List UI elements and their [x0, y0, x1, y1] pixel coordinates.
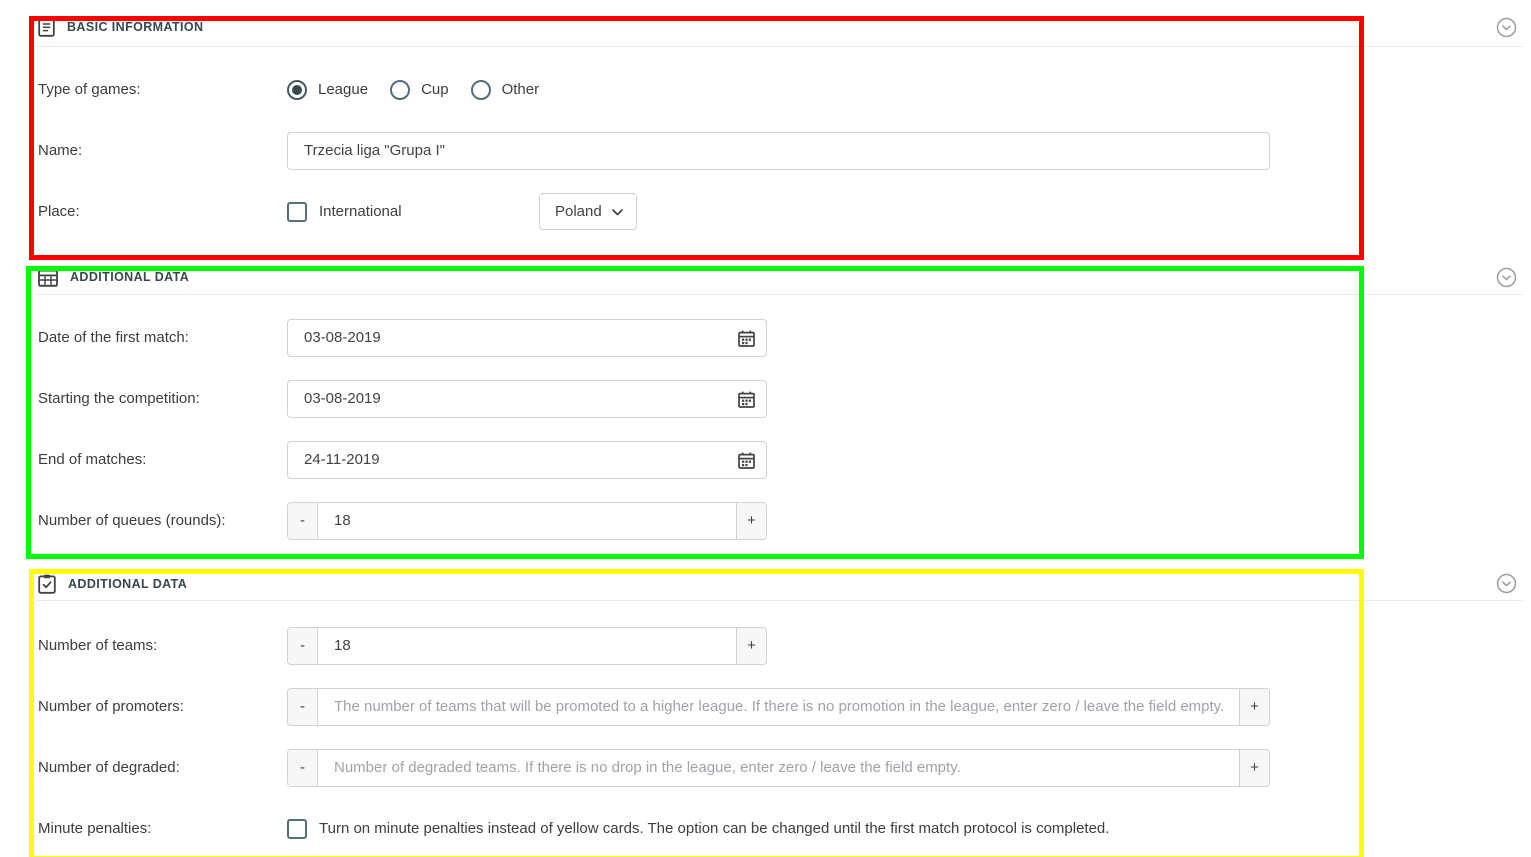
field-label: Starting the competition:: [38, 390, 287, 407]
section-header-additional-data-dates: ADDITIONAL DATA: [0, 260, 1523, 294]
minute-penalties-checkbox[interactable]: [287, 819, 307, 839]
decrement-button[interactable]: -: [288, 503, 318, 539]
clipboard-check-icon: [38, 574, 56, 594]
checkbox-label: Turn on minute penalties instead of yell…: [319, 820, 1109, 837]
section-basic-information: BASIC INFORMATION Type of games: League …: [0, 8, 1523, 242]
field-label: Minute penalties:: [38, 820, 287, 837]
checkbox-label: International: [319, 203, 402, 220]
field-label: Number of teams:: [38, 637, 287, 654]
chevron-down-circle-icon[interactable]: [1496, 267, 1517, 288]
chevron-down-icon: [612, 203, 623, 221]
row-place: Place: International Poland: [0, 181, 1523, 242]
queues-input[interactable]: [318, 503, 736, 539]
queues-stepper: - +: [287, 502, 767, 540]
field-label: Number of promoters:: [38, 698, 287, 715]
increment-button[interactable]: +: [736, 628, 766, 664]
row-number-of-promoters: Number of promoters: - +: [0, 676, 1523, 737]
row-type-of-games: Type of games: League Cup Other: [0, 59, 1523, 120]
date-value: 24-11-2019: [304, 451, 380, 468]
row-date-first-match: Date of the first match: 03-08-2019: [0, 307, 1523, 368]
row-name: Name:: [0, 120, 1523, 181]
teams-stepper: - +: [287, 627, 767, 665]
calendar-icon[interactable]: [738, 330, 755, 352]
section-header-additional-data-teams: ADDITIONAL DATA: [0, 567, 1523, 600]
date-value: 03-08-2019: [304, 390, 381, 407]
degraded-input[interactable]: [318, 750, 1239, 786]
increment-button[interactable]: +: [736, 503, 766, 539]
section-title: ADDITIONAL DATA: [68, 577, 187, 591]
date-value: 03-08-2019: [304, 329, 381, 346]
field-label: Type of games:: [38, 81, 287, 98]
radio-option-league[interactable]: League: [287, 80, 368, 100]
increment-button[interactable]: +: [1239, 750, 1269, 786]
country-select[interactable]: Poland: [539, 193, 637, 230]
field-label: Place:: [38, 203, 287, 220]
section-additional-data-dates: ADDITIONAL DATA Date of the first match:…: [0, 260, 1523, 551]
chevron-down-circle-icon[interactable]: [1496, 17, 1517, 38]
international-checkbox[interactable]: [287, 202, 307, 222]
calendar-grid-icon: [38, 268, 58, 287]
decrement-button[interactable]: -: [288, 750, 318, 786]
field-label: End of matches:: [38, 451, 287, 468]
section-title: ADDITIONAL DATA: [70, 270, 189, 284]
radio-label: Cup: [421, 81, 449, 98]
calendar-icon[interactable]: [738, 452, 755, 474]
field-label: Name:: [38, 142, 287, 159]
section-additional-data-teams: ADDITIONAL DATA Number of teams: - + Num…: [0, 567, 1523, 857]
section-header-basic-information: BASIC INFORMATION: [0, 8, 1523, 46]
field-label: Number of queues (rounds):: [38, 512, 287, 529]
minute-penalties-checkbox-wrap: Turn on minute penalties instead of yell…: [287, 819, 1109, 839]
league-settings-form: BASIC INFORMATION Type of games: League …: [0, 8, 1523, 857]
type-of-games-radio-group: League Cup Other: [287, 80, 539, 100]
radio-icon: [287, 80, 307, 100]
international-checkbox-wrap: International: [287, 202, 539, 222]
radio-icon: [471, 80, 491, 100]
row-number-of-teams: Number of teams: - +: [0, 615, 1523, 676]
end-of-matches-date-input[interactable]: 24-11-2019: [287, 441, 767, 479]
row-end-of-matches: End of matches: 24-11-2019: [0, 429, 1523, 490]
decrement-button[interactable]: -: [288, 689, 318, 725]
radio-label: Other: [502, 81, 540, 98]
degraded-stepper: - +: [287, 749, 1270, 787]
field-label: Date of the first match:: [38, 329, 287, 346]
radio-icon: [390, 80, 410, 100]
promoters-input[interactable]: [318, 689, 1239, 725]
radio-label: League: [318, 81, 368, 98]
name-input[interactable]: [287, 132, 1270, 170]
radio-option-cup[interactable]: Cup: [390, 80, 449, 100]
starting-competition-date-input[interactable]: 03-08-2019: [287, 380, 767, 418]
row-starting-competition: Starting the competition: 03-08-2019: [0, 368, 1523, 429]
country-select-value: Poland: [555, 203, 602, 220]
promoters-stepper: - +: [287, 688, 1270, 726]
teams-input[interactable]: [318, 628, 736, 664]
chevron-down-circle-icon[interactable]: [1496, 573, 1517, 594]
row-number-of-queues: Number of queues (rounds): - +: [0, 490, 1523, 551]
field-label: Number of degraded:: [38, 759, 287, 776]
increment-button[interactable]: +: [1239, 689, 1269, 725]
row-minute-penalties: Minute penalties: Turn on minute penalti…: [0, 798, 1523, 857]
row-number-of-degraded: Number of degraded: - +: [0, 737, 1523, 798]
radio-option-other[interactable]: Other: [471, 80, 540, 100]
section-title: BASIC INFORMATION: [67, 20, 203, 34]
document-icon: [38, 17, 55, 37]
decrement-button[interactable]: -: [288, 628, 318, 664]
first-match-date-input[interactable]: 03-08-2019: [287, 319, 767, 357]
calendar-icon[interactable]: [738, 391, 755, 413]
